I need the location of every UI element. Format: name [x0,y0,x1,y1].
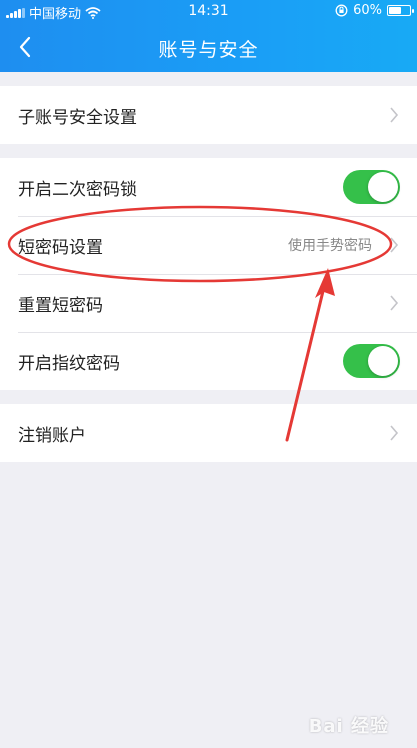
status-right: 60% [335,3,414,18]
row-label: 子账号安全设置 [18,107,137,128]
settings-group-1: 子账号安全设置 [0,86,417,144]
app-header: 中国移动 14:31 60% 账号与安全 [0,0,417,72]
row-sub-account-security[interactable]: 子账号安全设置 [0,86,417,144]
row-value: 使用手势密码 [288,238,372,254]
secondary-lock-toggle[interactable] [343,170,400,204]
row-secondary-password-lock: 开启二次密码锁 [0,158,417,216]
row-reset-short-password[interactable]: 重置短密码 [0,274,417,332]
toggle-knob [368,346,398,376]
nav-bar: 账号与安全 [0,22,417,72]
status-bar: 中国移动 14:31 60% [0,0,417,22]
battery-icon [387,5,414,16]
chevron-right-icon [390,295,399,311]
chevron-right-icon [390,237,399,253]
chevron-right-icon [390,107,399,123]
row-label: 注销账户 [18,425,86,446]
row-short-password-settings[interactable]: 短密码设置 使用手势密码 [0,216,417,274]
row-label: 短密码设置 [18,237,103,258]
settings-group-3: 注销账户 [0,404,417,462]
rotation-lock-icon [335,4,348,17]
page-title: 账号与安全 [158,39,259,61]
toggle-knob [368,172,398,202]
chevron-right-icon [390,425,399,441]
row-label: 重置短密码 [18,295,103,316]
watermark-logo: Bai 经验 [308,716,389,737]
row-deregister-account[interactable]: 注销账户 [0,404,417,462]
row-fingerprint-password: 开启指纹密码 [0,332,417,390]
row-label: 开启二次密码锁 [18,179,137,200]
battery-percent: 60% [353,3,382,18]
settings-group-2: 开启二次密码锁 短密码设置 使用手势密码 重置短密码 开启指纹密码 [0,158,417,390]
row-label: 开启指纹密码 [18,353,120,374]
fingerprint-toggle[interactable] [343,344,400,378]
